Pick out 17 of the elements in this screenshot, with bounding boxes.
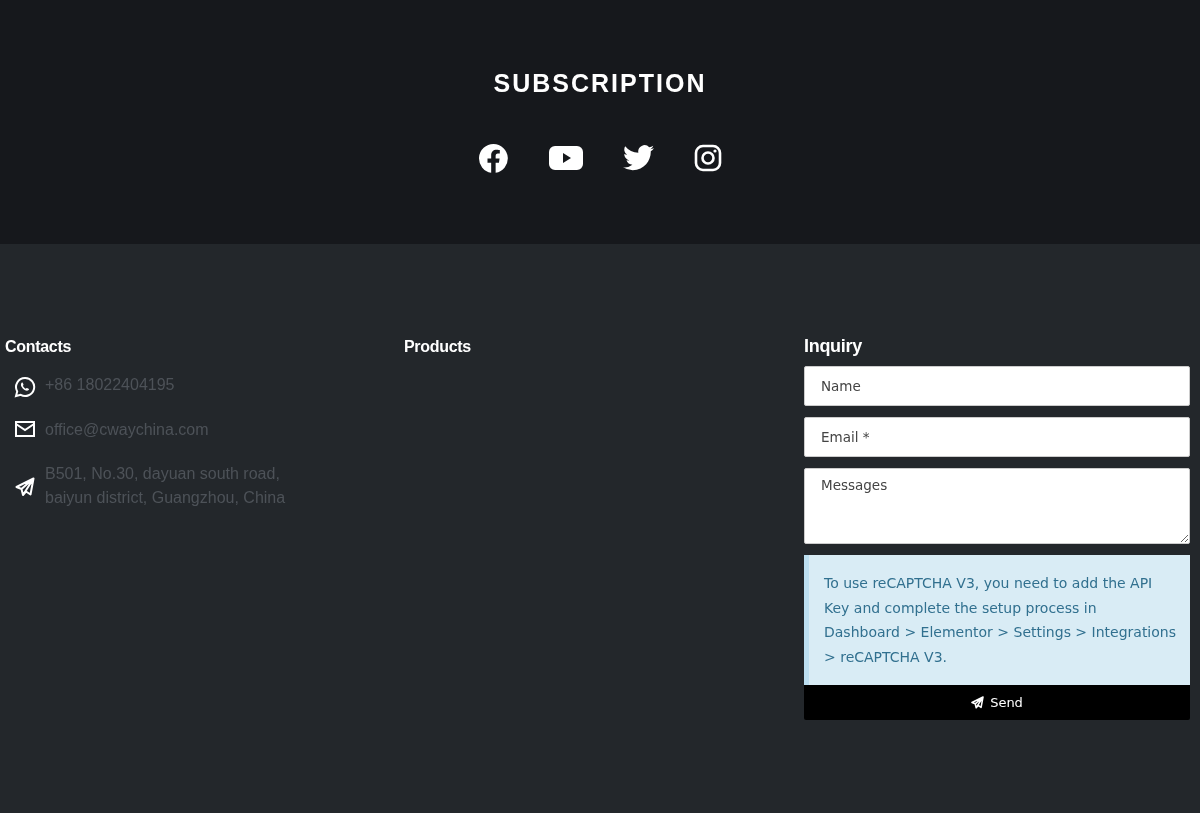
paper-plane-icon: [15, 477, 35, 497]
facebook-icon[interactable]: [478, 142, 509, 174]
instagram-icon[interactable]: [694, 144, 722, 172]
input-field[interactable]: Email *: [804, 417, 1190, 457]
input-field[interactable]: Name: [804, 366, 1190, 406]
send-button[interactable]: Send: [804, 685, 1190, 720]
column-heading: Inquiry: [804, 335, 863, 358]
envelope-icon: [15, 421, 35, 437]
section-title: SUBSCRIPTION: [492, 68, 708, 98]
twitter-icon[interactable]: [623, 145, 654, 171]
column-heading: Products: [404, 337, 472, 357]
whatsapp-icon: [14, 376, 36, 398]
column-heading: Contacts: [5, 337, 73, 357]
paper-plane-icon: [971, 696, 985, 709]
youtube-icon[interactable]: [549, 146, 583, 170]
message-field[interactable]: Messages: [804, 468, 1190, 544]
recaptcha-notice: To use reCAPTCHA V3, you need to add the API Key and complete the setup process in Dashboard > Elementor > Settings > Integrations > reCAPTCHA V3.: [804, 555, 1190, 685]
